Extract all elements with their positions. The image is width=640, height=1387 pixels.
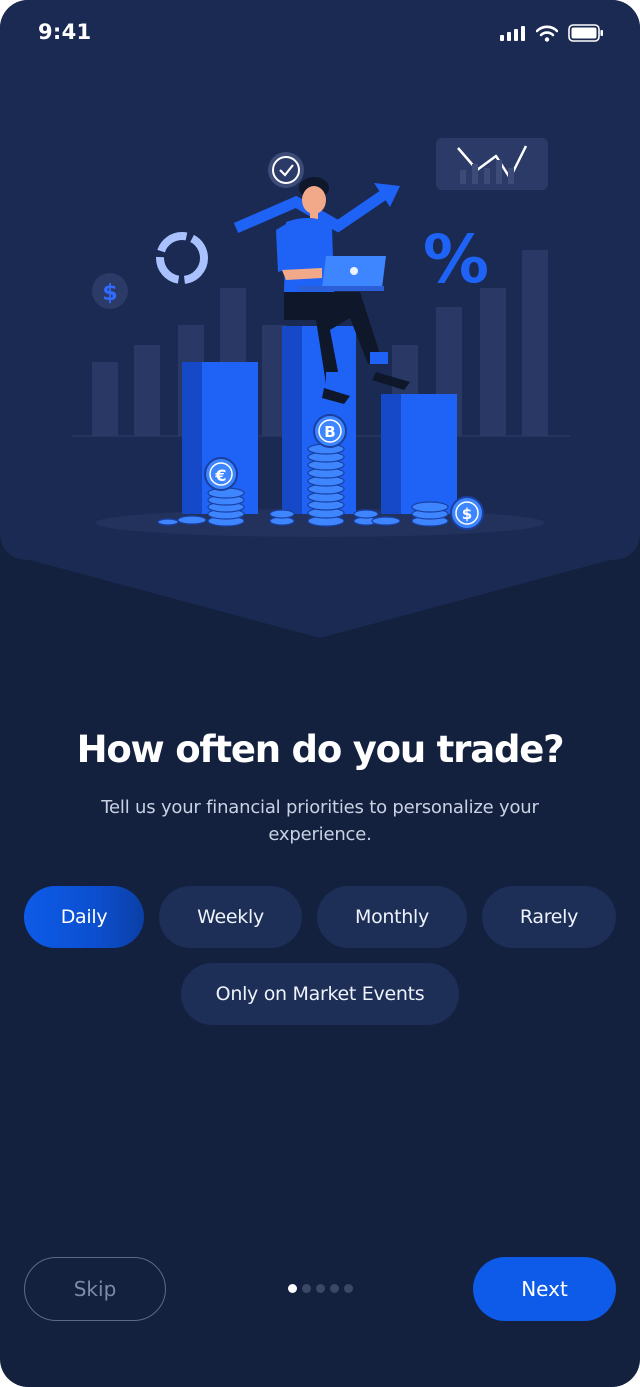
status-bar: 9:41 — [0, 0, 640, 66]
onboarding-screen: 9:41 $ % € B $ How often do you trade? T… — [0, 0, 640, 1387]
page-subtitle: Tell us your financial priorities to per… — [101, 797, 539, 845]
cellular-signal-icon — [500, 26, 525, 41]
page-title: How often do you trade? — [76, 728, 565, 771]
pagination-dots — [288, 1284, 353, 1293]
battery-icon — [568, 24, 603, 42]
pagination-dot-1[interactable] — [288, 1284, 297, 1293]
next-button[interactable]: Next — [473, 1257, 616, 1321]
pagination-dot-2[interactable] — [302, 1284, 311, 1293]
svg-text:B: B — [324, 423, 335, 441]
option-only-on-market-events[interactable]: Only on Market Events — [181, 963, 459, 1025]
pagination-dot-3[interactable] — [316, 1284, 325, 1293]
bitcoin-coin-icon: B — [313, 414, 347, 448]
svg-text:€: € — [214, 466, 226, 485]
skip-button[interactable]: Skip — [24, 1257, 166, 1321]
euro-coin-icon: € — [204, 457, 238, 491]
option-daily[interactable]: Daily — [24, 886, 144, 948]
svg-text:$: $ — [462, 505, 472, 523]
option-monthly[interactable]: Monthly — [317, 886, 467, 948]
line-chart-icon — [436, 138, 548, 190]
option-rarely[interactable]: Rarely — [482, 886, 616, 948]
clock-icon — [268, 152, 304, 188]
pagination-dot-5[interactable] — [344, 1284, 353, 1293]
pagination-dot-4[interactable] — [330, 1284, 339, 1293]
percent-icon: % — [423, 221, 489, 298]
svg-text:$: $ — [102, 281, 117, 306]
option-weekly[interactable]: Weekly — [159, 886, 302, 948]
dollar-bubble-icon: $ — [92, 273, 128, 309]
wifi-icon — [536, 25, 558, 42]
hero-illustration: $ % € B $ — [0, 0, 640, 638]
status-time: 9:41 — [38, 20, 92, 44]
dollar-coin-icon: $ — [450, 496, 484, 530]
status-icons — [500, 24, 604, 42]
